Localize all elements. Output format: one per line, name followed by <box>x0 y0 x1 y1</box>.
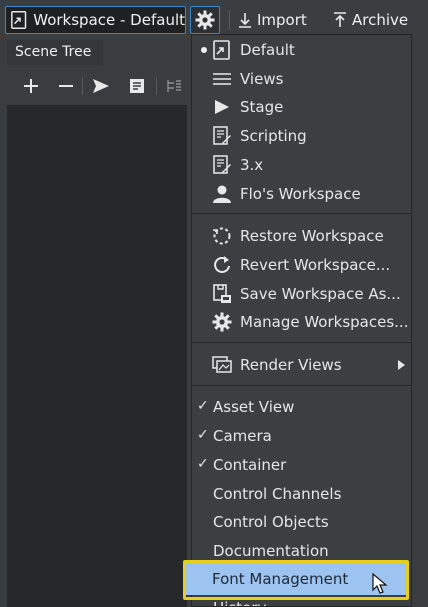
menu-item-label: Control Objects <box>213 512 329 531</box>
menu-item-views[interactable]: Views <box>192 64 411 93</box>
user-icon <box>213 185 231 203</box>
import-label: Import <box>257 11 307 29</box>
import-icon <box>239 13 251 28</box>
minus-icon <box>59 85 73 87</box>
workspace-selector[interactable]: Workspace - Default <box>5 6 186 34</box>
menu-item-control-channels[interactable]: Control Channels <box>192 479 411 508</box>
restore-icon <box>213 227 231 245</box>
tab-scene-tree[interactable]: Scene Tree <box>7 40 103 65</box>
menu-separator <box>192 342 411 343</box>
menu-item-label: Flo's Workspace <box>240 184 361 203</box>
render-views-icon <box>212 356 232 373</box>
archive-label: Archive <box>352 11 409 29</box>
menu-item-container[interactable]: ✓ Container <box>192 450 411 479</box>
menu-item-label: Default <box>240 40 295 59</box>
menu-item-label: Manage Workspaces... <box>240 312 409 331</box>
checkmark-icon: ✓ <box>197 456 209 472</box>
menu-item-restore-workspace[interactable]: Restore Workspace <box>192 221 411 250</box>
remove-button[interactable] <box>54 74 78 98</box>
lines-icon <box>213 73 231 85</box>
menu-item-camera[interactable]: ✓ Camera <box>192 421 411 450</box>
script-icon <box>213 155 231 174</box>
menu-item-label: Stage <box>240 97 284 116</box>
menu-item-asset-view[interactable]: ✓ Asset View <box>192 392 411 421</box>
menu-separator <box>192 385 411 386</box>
menu-item-revert-workspace[interactable]: Revert Workspace... <box>192 250 411 279</box>
menu-item-label: Scripting <box>240 126 307 145</box>
menu-separator <box>192 213 411 214</box>
gear-icon <box>212 312 232 332</box>
menu-item-label: Render Views <box>240 355 342 374</box>
archive-icon <box>334 12 346 27</box>
selected-bullet-icon <box>201 47 207 53</box>
tree-icon <box>167 80 181 92</box>
workspace-document-icon <box>213 40 230 60</box>
send-icon <box>93 79 109 93</box>
script-icon <box>213 126 231 145</box>
menu-item-label: Container <box>213 455 287 474</box>
menu-item-label: Documentation <box>213 541 329 560</box>
menu-item-label: Restore Workspace <box>240 226 384 245</box>
send-button[interactable] <box>89 74 113 98</box>
workspace-selector-label: Workspace - Default <box>33 11 185 29</box>
menu-item-label: Control Channels <box>213 484 342 503</box>
checkmark-icon: ✓ <box>197 398 209 414</box>
menu-item-control-objects[interactable]: Control Objects <box>192 507 411 536</box>
menu-item-label: Asset View <box>213 397 295 416</box>
menu-item-label: Revert Workspace... <box>240 255 391 274</box>
save-icon <box>213 284 231 303</box>
properties-icon <box>130 79 144 93</box>
menu-item-render-views[interactable]: Render Views <box>192 350 411 379</box>
workspace-dropdown-menu: Default Views Stage Scripting 3.x Flo's … <box>191 34 412 607</box>
tree-button[interactable] <box>162 74 186 98</box>
menu-item-scripting[interactable]: Scripting <box>192 121 411 150</box>
menu-item-label: 3.x <box>240 155 264 174</box>
workspace-document-icon <box>11 11 27 29</box>
workspace-menu-button[interactable] <box>190 6 220 34</box>
menu-item-default[interactable]: Default <box>192 35 411 64</box>
toolbar-separator <box>82 77 83 95</box>
plus-icon <box>24 79 38 93</box>
import-button[interactable]: Import <box>238 8 307 32</box>
add-button[interactable] <box>19 74 43 98</box>
menu-item-label: Camera <box>213 426 272 445</box>
revert-icon <box>214 256 230 273</box>
menu-item-stage[interactable]: Stage <box>192 92 411 121</box>
menu-item-flos-workspace[interactable]: Flo's Workspace <box>192 179 411 208</box>
gear-icon <box>195 10 215 30</box>
menu-item-3x[interactable]: 3.x <box>192 150 411 179</box>
submenu-arrow-icon <box>398 360 405 370</box>
mouse-cursor-icon <box>372 573 388 594</box>
toolbar-separator <box>229 10 230 30</box>
menu-item-label: Views <box>240 69 284 88</box>
menu-item-manage-workspaces[interactable]: Manage Workspaces... <box>192 307 411 336</box>
scene-tree-panel[interactable] <box>7 105 187 607</box>
properties-button[interactable] <box>125 74 149 98</box>
menu-item-save-workspace-as[interactable]: Save Workspace As... <box>192 279 411 308</box>
archive-button[interactable]: Archive <box>333 8 408 32</box>
checkmark-icon: ✓ <box>197 427 209 443</box>
menu-item-label: Save Workspace As... <box>240 284 401 303</box>
play-icon <box>215 100 229 114</box>
toolbar-separator <box>156 77 157 95</box>
